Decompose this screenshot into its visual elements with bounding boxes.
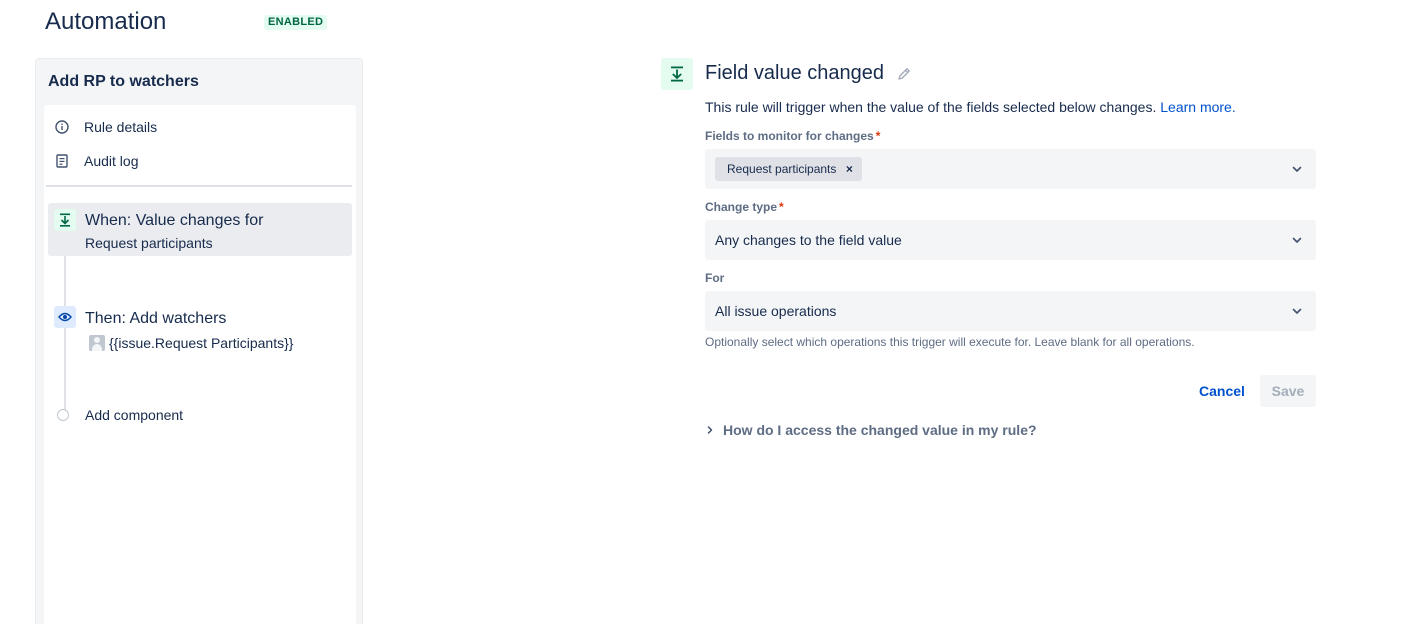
description-text: This rule will trigger when the value of… xyxy=(705,99,1157,115)
menu-item-label: Rule details xyxy=(84,119,158,135)
for-value: All issue operations xyxy=(715,303,837,319)
remove-tag-icon[interactable]: × xyxy=(842,162,856,176)
for-label: For xyxy=(705,271,724,285)
menu-item-rule-details[interactable]: Rule details xyxy=(54,115,157,139)
menu-item-audit-log[interactable]: Audit log xyxy=(54,149,138,173)
chevron-down-icon xyxy=(1292,308,1302,314)
faq-label: How do I access the changed value in my … xyxy=(723,422,1037,438)
add-component-label: Add component xyxy=(85,407,184,423)
rule-sidebar: Add RP to watchers Rule details Audit lo… xyxy=(35,58,363,624)
step-action[interactable]: Then: Add watchers {{issue.Request Parti… xyxy=(48,301,352,357)
trigger-icon xyxy=(54,209,76,231)
menu-item-label: Audit log xyxy=(84,153,139,169)
for-label-text: For xyxy=(705,271,725,285)
change-type-select[interactable]: Any changes to the field value xyxy=(705,220,1316,260)
step-trigger[interactable]: When: Value changes for Request particip… xyxy=(48,203,352,256)
circle-icon xyxy=(57,409,69,421)
chevron-down-icon xyxy=(1292,166,1302,172)
chevron-right-icon xyxy=(707,426,713,434)
panel-description: This rule will trigger when the value of… xyxy=(705,99,1236,115)
faq-expander[interactable]: How do I access the changed value in my … xyxy=(705,422,1037,438)
step-subtitle: {{issue.Request Participants}} xyxy=(89,335,293,351)
fields-select[interactable]: Request participants × xyxy=(705,149,1316,189)
panel-title-text: Field value changed xyxy=(705,62,885,84)
learn-more-link[interactable]: Learn more. xyxy=(1160,99,1235,115)
required-indicator: * xyxy=(779,200,784,214)
selected-field-tag: Request participants × xyxy=(715,157,863,181)
change-type-value: Any changes to the field value xyxy=(715,232,902,248)
fields-label: Fields to monitor for changes * xyxy=(705,129,880,143)
status-badge: ENABLED xyxy=(264,15,328,30)
rule-name: Add RP to watchers xyxy=(48,73,199,90)
chevron-down-icon xyxy=(1292,237,1302,243)
trigger-icon xyxy=(661,58,693,90)
tag-label: Request participants xyxy=(727,162,837,176)
pencil-icon[interactable] xyxy=(894,64,914,84)
change-type-label: Change type * xyxy=(705,200,784,214)
eye-icon xyxy=(54,306,76,328)
help-text: Optionally select which operations this … xyxy=(705,335,1195,349)
document-icon xyxy=(54,153,70,169)
page-title: Automation xyxy=(45,8,167,35)
step-subtitle: Request participants xyxy=(85,235,213,251)
panel-title: Field value changed xyxy=(705,62,914,85)
divider xyxy=(46,185,352,187)
cancel-button[interactable]: Cancel xyxy=(1189,375,1255,407)
for-select[interactable]: All issue operations xyxy=(705,291,1316,331)
step-title: Then: Add watchers xyxy=(85,310,227,327)
user-avatar-icon xyxy=(89,335,105,351)
step-title: When: Value changes for xyxy=(85,212,264,229)
rule-outline: Rule details Audit log When: Value chang… xyxy=(44,105,356,624)
step-subtitle-text: {{issue.Request Participants}} xyxy=(109,335,294,351)
add-component-button[interactable]: Add component xyxy=(54,407,183,423)
required-indicator: * xyxy=(875,129,881,143)
save-button[interactable]: Save xyxy=(1260,375,1316,407)
fields-label-text: Fields to monitor for changes xyxy=(705,129,874,143)
change-type-label-text: Change type xyxy=(705,200,778,214)
info-icon xyxy=(54,119,70,135)
